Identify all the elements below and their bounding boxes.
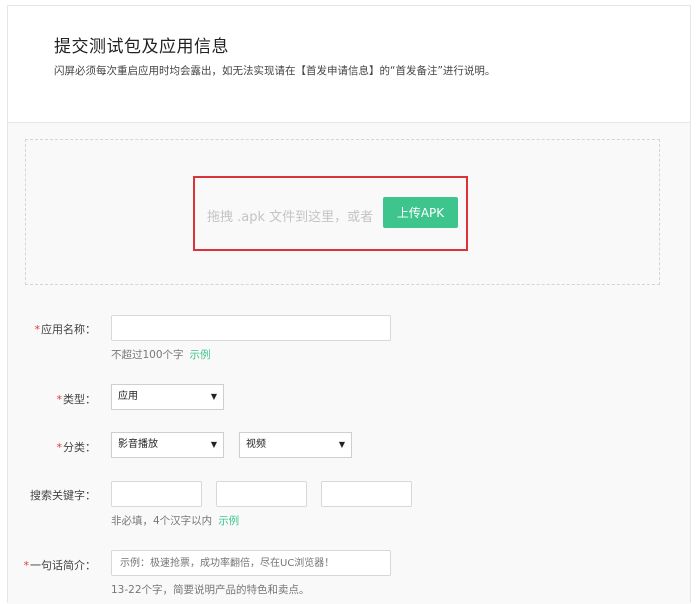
keyword-input-3[interactable] [321, 481, 412, 507]
app-name-example-link[interactable]: 示例 [190, 349, 211, 361]
category-secondary-value: 视频 [246, 439, 266, 450]
intro-input[interactable] [111, 550, 391, 576]
intro-label: *一句话简介： [20, 557, 97, 573]
keywords-example-link[interactable]: 示例 [218, 515, 239, 527]
keyword-input-2[interactable] [216, 481, 307, 507]
dropdown-arrow-icon: ▼ [210, 392, 217, 401]
type-selected-value: 应用 [118, 391, 138, 402]
app-name-input[interactable] [111, 315, 391, 341]
type-label-text: 类型： [63, 393, 96, 406]
category-primary-value: 影音播放 [118, 439, 158, 450]
required-mark: * [34, 323, 41, 336]
app-name-hint-text: 不超过100个字 [111, 349, 184, 361]
upload-apk-button[interactable]: 上传APK [383, 197, 458, 228]
dropzone-text: 拖拽 .apk 文件到这里，或者 [207, 210, 374, 225]
keywords-hint-text: 非必填，4个汉字以内 [111, 515, 213, 527]
intro-label-text: 一句话简介： [30, 559, 96, 572]
dropdown-arrow-icon: ▼ [210, 440, 217, 449]
required-mark: * [56, 441, 63, 454]
app-name-label-text: 应用名称： [41, 323, 96, 336]
app-name-hint: 不超过100个字 示例 [111, 347, 211, 362]
app-name-label: *应用名称： [28, 321, 97, 337]
required-mark: * [56, 393, 63, 406]
intro-hint: 13-22个字，简要说明产品的特色和卖点。 [111, 584, 310, 596]
required-mark: * [23, 559, 30, 572]
page-header: 提交测试包及应用信息 闪屏必须每次重启应用时均会露出，如无法实现请在【首发申请信… [8, 6, 690, 123]
category-secondary-select[interactable]: 视频 ▼ [239, 432, 352, 458]
type-label: *类型： [28, 391, 97, 407]
page-title: 提交测试包及应用信息 [54, 37, 229, 57]
keywords-hint: 非必填，4个汉字以内 示例 [111, 513, 239, 528]
main-panel: 提交测试包及应用信息 闪屏必须每次重启应用时均会露出，如无法实现请在【首发申请信… [7, 5, 691, 604]
type-select[interactable]: 应用 ▼ [111, 384, 224, 410]
category-label-text: 分类： [63, 441, 96, 454]
keywords-label: 搜索关键字： [30, 489, 96, 502]
keyword-input-1[interactable] [111, 481, 202, 507]
category-label: *分类： [28, 439, 97, 455]
dropdown-arrow-icon: ▼ [338, 440, 345, 449]
page-subtitle: 闪屏必须每次重启应用时均会露出，如无法实现请在【首发申请信息】的“首发备注”进行… [54, 65, 496, 77]
category-primary-select[interactable]: 影音播放 ▼ [111, 432, 224, 458]
